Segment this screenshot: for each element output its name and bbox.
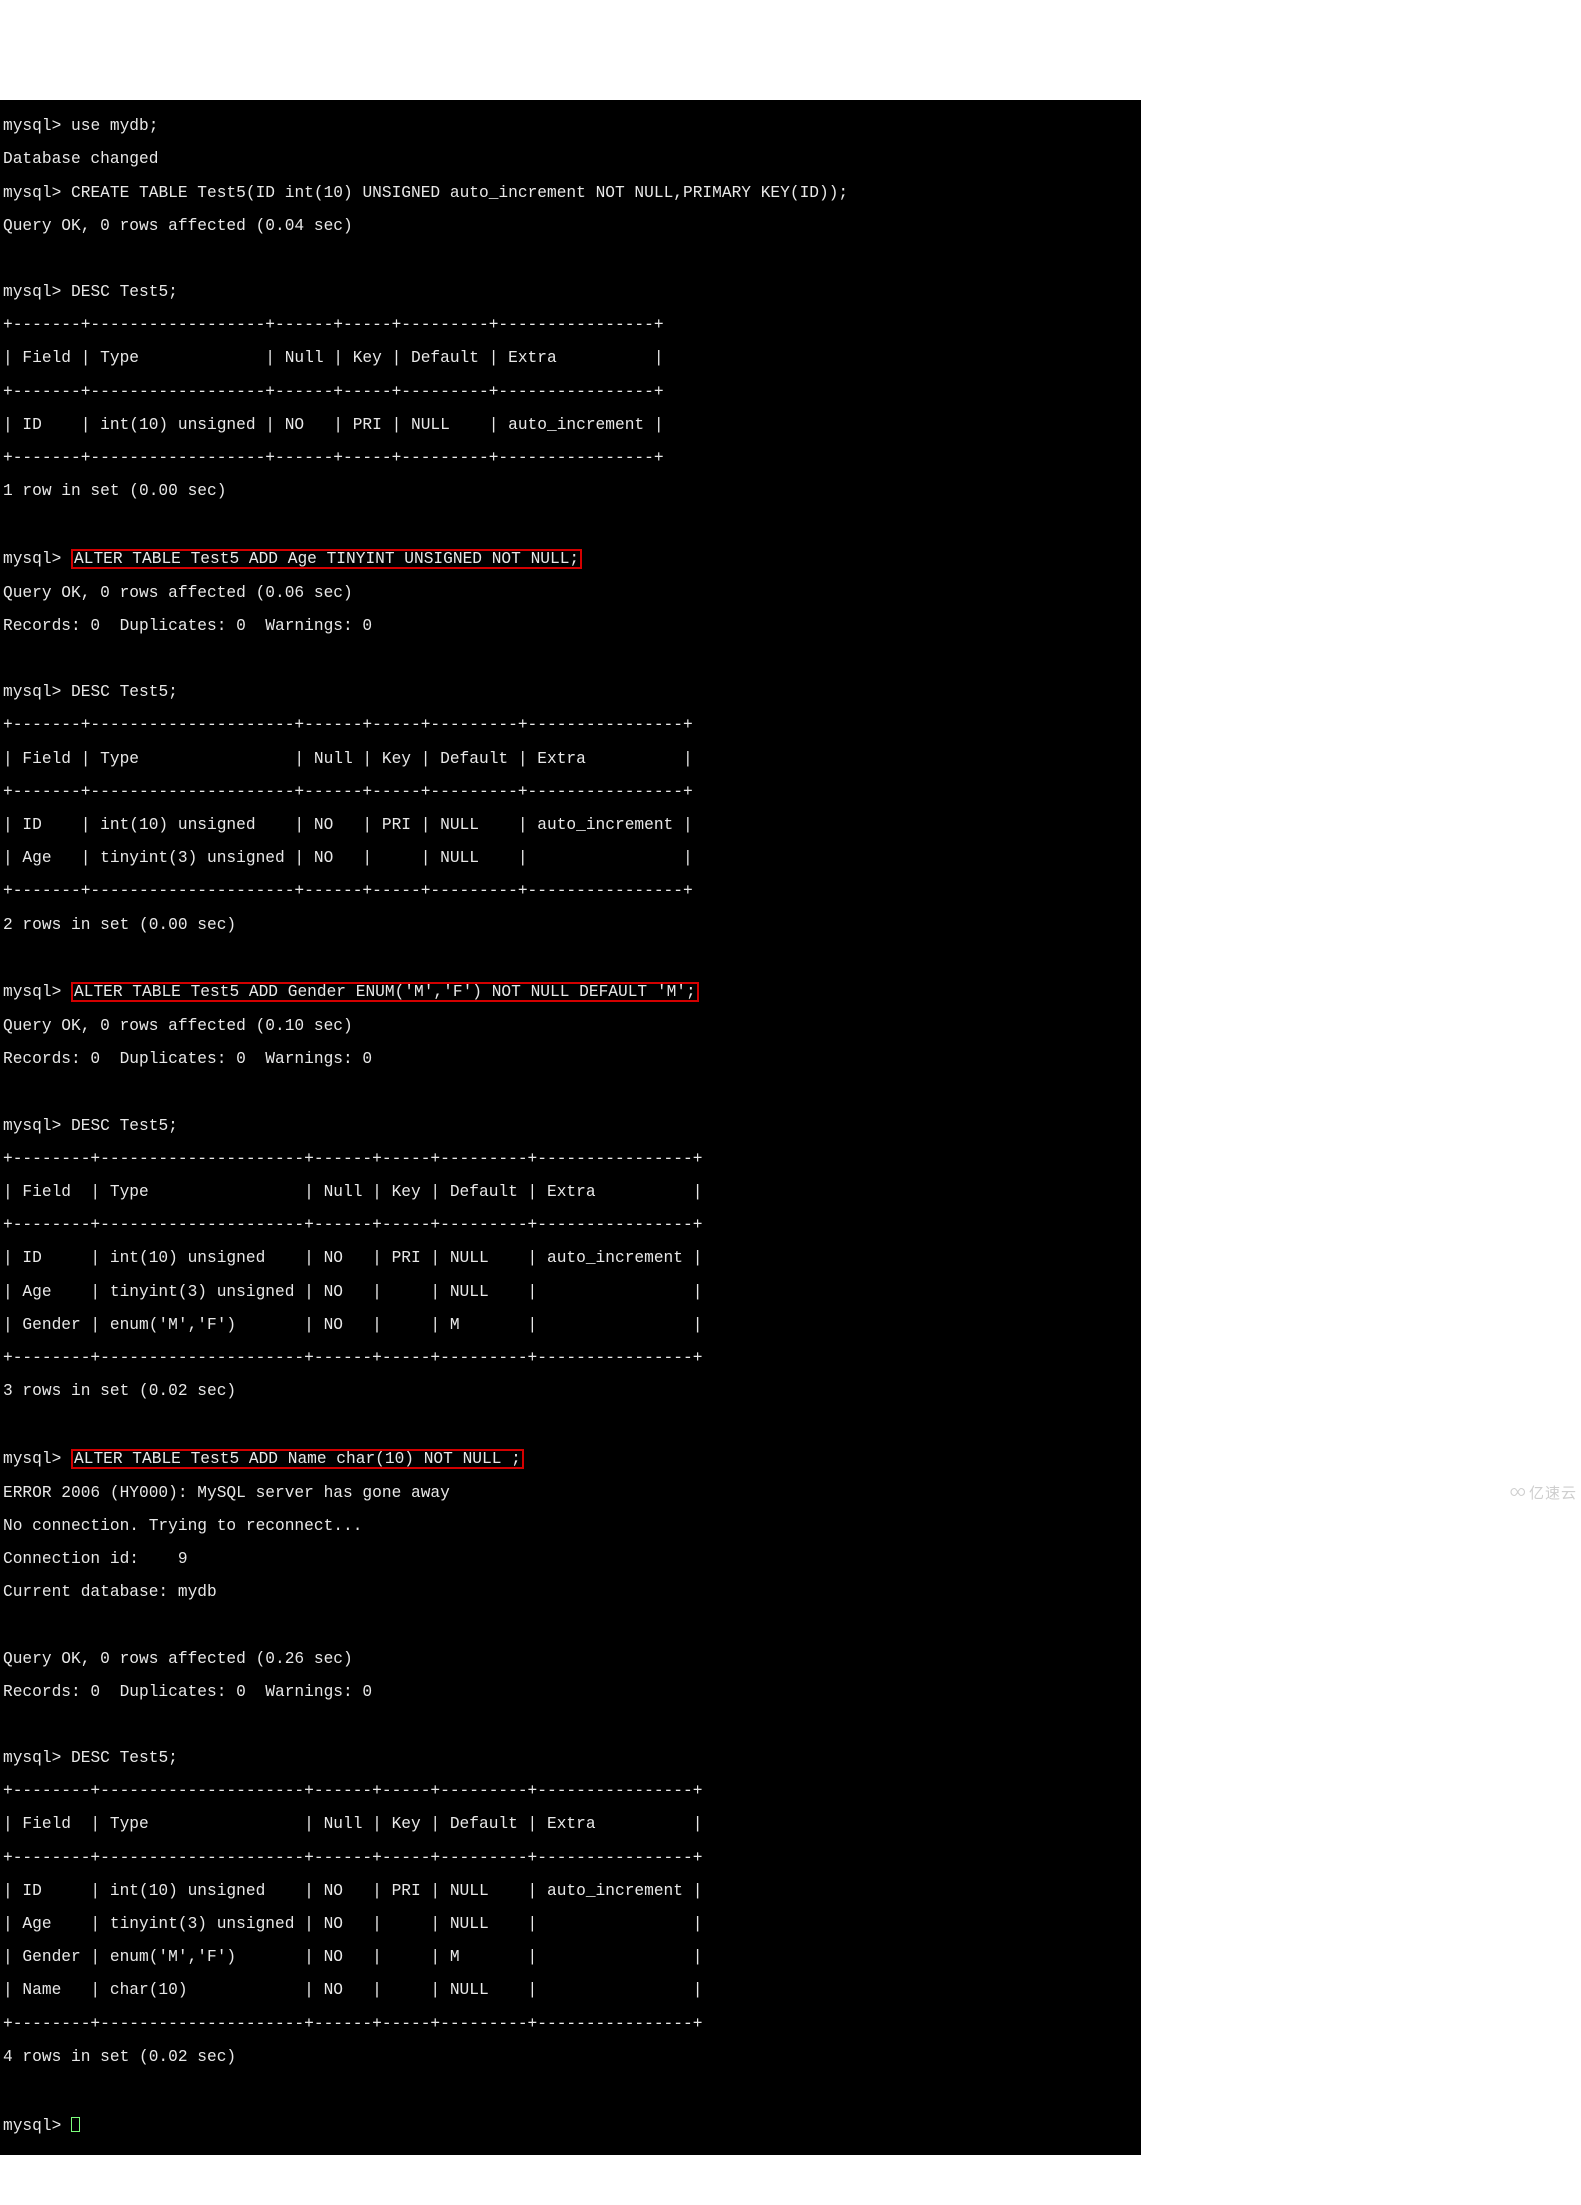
mysql-prompt: mysql> xyxy=(3,1117,61,1135)
mysql-prompt: mysql> xyxy=(3,1749,61,1767)
prompt-line: mysql> CREATE TABLE Test5(ID int(10) UNS… xyxy=(3,185,1138,202)
output-line: Records: 0 Duplicates: 0 Warnings: 0 xyxy=(3,1684,1138,1701)
prompt-line: mysql> DESC Test5; xyxy=(3,1750,1138,1767)
table-sep: +--------+---------------------+------+-… xyxy=(3,1850,1138,1867)
output-line: Current database: mydb xyxy=(3,1584,1138,1601)
table-sep: +-------+------------------+------+-----… xyxy=(3,450,1138,467)
table-row: | Gender | enum('M','F') | NO | | M | | xyxy=(3,1949,1138,1966)
mysql-prompt: mysql> xyxy=(3,550,61,568)
output-line: Query OK, 0 rows affected (0.04 sec) xyxy=(3,218,1138,235)
table-header: | Field | Type | Null | Key | Default | … xyxy=(3,350,1138,367)
watermark-text: 亿速云 xyxy=(1529,1486,1577,1501)
prompt-line: mysql> DESC Test5; xyxy=(3,684,1138,701)
mysql-prompt: mysql> xyxy=(3,2117,61,2135)
blank-line xyxy=(3,651,1138,668)
table-sep: +--------+---------------------+------+-… xyxy=(3,1151,1138,1168)
page-wrapper: mysql> use mydb; Database changed mysql>… xyxy=(0,83,1581,1503)
table-sep: +-------+------------------+------+-----… xyxy=(3,384,1138,401)
highlight-alter-gender: ALTER TABLE Test5 ADD Gender ENUM('M','F… xyxy=(71,982,699,1003)
output-line: 2 rows in set (0.00 sec) xyxy=(3,917,1138,934)
table-sep: +-------+---------------------+------+--… xyxy=(3,784,1138,801)
output-line: Query OK, 0 rows affected (0.06 sec) xyxy=(3,585,1138,602)
table-header: | Field | Type | Null | Key | Default | … xyxy=(3,1816,1138,1833)
watermark: 亿速云 xyxy=(1506,1485,1577,1502)
mysql-prompt: mysql> xyxy=(3,283,61,301)
blank-line xyxy=(3,516,1138,533)
blank-line xyxy=(3,2082,1138,2099)
table-row: | Age | tinyint(3) unsigned | NO | | NUL… xyxy=(3,1916,1138,1933)
output-line: ERROR 2006 (HY000): MySQL server has gon… xyxy=(3,1485,1138,1502)
table-sep: +-------+------------------+------+-----… xyxy=(3,317,1138,334)
prompt-line: mysql> DESC Test5; xyxy=(3,1118,1138,1135)
table-sep: +-------+---------------------+------+--… xyxy=(3,717,1138,734)
blank-line xyxy=(3,1617,1138,1634)
table-row: | ID | int(10) unsigned | NO | PRI | NUL… xyxy=(3,1250,1138,1267)
table-row: | Gender | enum('M','F') | NO | | M | | xyxy=(3,1317,1138,1334)
output-line: 4 rows in set (0.02 sec) xyxy=(3,2049,1138,2066)
prompt-line: mysql> DESC Test5; xyxy=(3,284,1138,301)
cmd-desc: DESC Test5; xyxy=(71,1749,178,1767)
table-row: | ID | int(10) unsigned | NO | PRI | NUL… xyxy=(3,817,1138,834)
mysql-prompt: mysql> xyxy=(3,1450,61,1468)
highlight-alter-name: ALTER TABLE Test5 ADD Name char(10) NOT … xyxy=(71,1449,524,1470)
prompt-line: mysql> use mydb; xyxy=(3,118,1138,135)
prompt-line: mysql> xyxy=(3,2115,1138,2135)
output-line: Query OK, 0 rows affected (0.26 sec) xyxy=(3,1651,1138,1668)
output-line: Records: 0 Duplicates: 0 Warnings: 0 xyxy=(3,1051,1138,1068)
table-header: | Field | Type | Null | Key | Default | … xyxy=(3,1184,1138,1201)
table-row: | ID | int(10) unsigned | NO | PRI | NUL… xyxy=(3,417,1138,434)
cmd-create: CREATE TABLE Test5(ID int(10) UNSIGNED a… xyxy=(71,184,848,202)
table-sep: +-------+---------------------+------+--… xyxy=(3,883,1138,900)
prompt-line: mysql> ALTER TABLE Test5 ADD Gender ENUM… xyxy=(3,983,1138,1002)
table-row: | Age | tinyint(3) unsigned | NO | | NUL… xyxy=(3,850,1138,867)
cmd-desc: DESC Test5; xyxy=(71,1117,178,1135)
highlight-alter-age: ALTER TABLE Test5 ADD Age TINYINT UNSIGN… xyxy=(71,549,582,570)
prompt-line: mysql> ALTER TABLE Test5 ADD Name char(1… xyxy=(3,1450,1138,1469)
table-sep: +--------+---------------------+------+-… xyxy=(3,1350,1138,1367)
output-line: Connection id: 9 xyxy=(3,1551,1138,1568)
mysql-prompt: mysql> xyxy=(3,184,61,202)
mysql-prompt: mysql> xyxy=(3,983,61,1001)
table-sep: +--------+---------------------+------+-… xyxy=(3,1217,1138,1234)
cmd-desc: DESC Test5; xyxy=(71,283,178,301)
output-line: 1 row in set (0.00 sec) xyxy=(3,483,1138,500)
cmd-desc: DESC Test5; xyxy=(71,683,178,701)
table-sep: +--------+---------------------+------+-… xyxy=(3,2016,1138,2033)
infinity-icon xyxy=(1506,1485,1526,1502)
table-row: | ID | int(10) unsigned | NO | PRI | NUL… xyxy=(3,1883,1138,1900)
output-line: No connection. Trying to reconnect... xyxy=(3,1518,1138,1535)
table-row: | Age | tinyint(3) unsigned | NO | | NUL… xyxy=(3,1284,1138,1301)
output-line: Query OK, 0 rows affected (0.10 sec) xyxy=(3,1018,1138,1035)
blank-line xyxy=(3,1084,1138,1101)
mysql-prompt: mysql> xyxy=(3,117,61,135)
blank-line xyxy=(3,251,1138,268)
blank-line xyxy=(3,950,1138,967)
blank-line xyxy=(3,1416,1138,1433)
cursor-icon[interactable] xyxy=(71,2117,80,2132)
mysql-prompt: mysql> xyxy=(3,683,61,701)
table-row: | Name | char(10) | NO | | NULL | | xyxy=(3,1982,1138,1999)
output-line: Database changed xyxy=(3,151,1138,168)
blank-line xyxy=(3,1717,1138,1734)
table-sep: +--------+---------------------+------+-… xyxy=(3,1783,1138,1800)
table-header: | Field | Type | Null | Key | Default | … xyxy=(3,751,1138,768)
cmd-use: use mydb; xyxy=(71,117,158,135)
terminal-window[interactable]: mysql> use mydb; Database changed mysql>… xyxy=(0,100,1141,2156)
output-line: 3 rows in set (0.02 sec) xyxy=(3,1383,1138,1400)
prompt-line: mysql> ALTER TABLE Test5 ADD Age TINYINT… xyxy=(3,550,1138,569)
output-line: Records: 0 Duplicates: 0 Warnings: 0 xyxy=(3,618,1138,635)
